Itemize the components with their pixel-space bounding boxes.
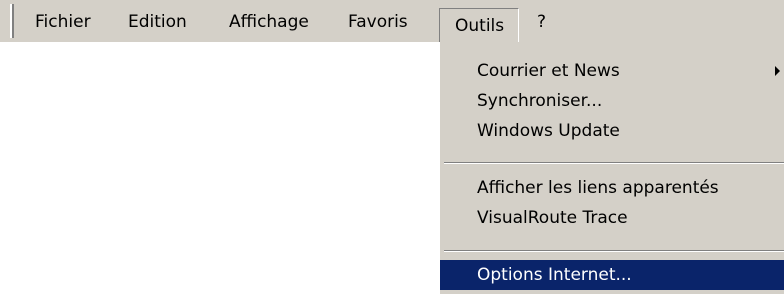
menu-edition[interactable]: Edition xyxy=(128,9,187,35)
toolbar-grip[interactable] xyxy=(10,4,14,38)
menu-bar: Fichier Edition Affichage Favoris Outils… xyxy=(0,0,784,42)
menu-item-label: VisualRoute Trace xyxy=(477,208,628,228)
menu-separator xyxy=(444,250,784,252)
menu-item-visualroute-trace[interactable]: VisualRoute Trace xyxy=(440,203,784,233)
menu-item-label: Courrier et News xyxy=(477,61,620,81)
menu-item-courrier-et-news[interactable]: Courrier et News xyxy=(440,56,784,86)
menu-outils[interactable]: Outils xyxy=(439,8,519,42)
menu-item-options-internet[interactable]: Options Internet... xyxy=(440,260,784,290)
menu-separator xyxy=(444,162,784,164)
menu-item-label: Windows Update xyxy=(477,121,620,141)
menu-item-label: Options Internet... xyxy=(477,265,632,285)
menu-item-synchroniser[interactable]: Synchroniser... xyxy=(440,86,784,116)
menu-favoris[interactable]: Favoris xyxy=(348,9,408,35)
outils-dropdown-menu: Courrier et News Synchroniser... Windows… xyxy=(439,42,784,294)
menu-item-label: Afficher les liens apparentés xyxy=(477,178,719,198)
submenu-arrow-icon xyxy=(775,66,780,76)
menu-item-windows-update[interactable]: Windows Update xyxy=(440,116,784,146)
menu-affichage[interactable]: Affichage xyxy=(229,9,309,35)
menu-fichier[interactable]: Fichier xyxy=(35,9,91,35)
menu-item-label: Synchroniser... xyxy=(477,91,603,111)
menu-item-afficher-liens-apparentes[interactable]: Afficher les liens apparentés xyxy=(440,173,784,203)
menu-help[interactable]: ? xyxy=(537,9,546,35)
